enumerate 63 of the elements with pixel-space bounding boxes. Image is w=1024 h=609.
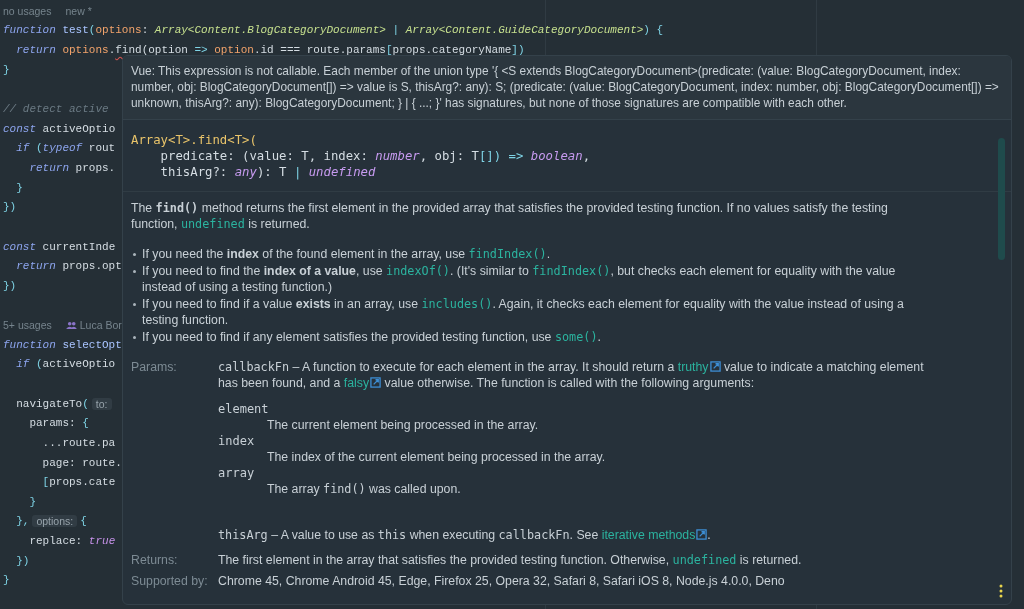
bullet-text: If you need to find if a value exists in an array, use includes(). Again, it checks each element for equality with the value instead of using a testing function. [142, 296, 905, 328]
code-text: const currentInde [3, 240, 116, 253]
doc-link[interactable]: iterative methods [601, 528, 708, 542]
external-link-icon [696, 529, 708, 540]
code-text: params: { [28, 417, 89, 430]
external-link-icon [709, 361, 721, 372]
more-icon[interactable] [999, 584, 1003, 598]
doc-link[interactable]: truthy [677, 360, 721, 374]
code-text: return options.find(option => option.id === route.params[props.categoryName]) [15, 44, 525, 57]
code-text: // detect active [3, 103, 109, 115]
external-link-icon [370, 377, 382, 388]
parameter-hint: options: [32, 515, 78, 528]
parameter-hint: to: [91, 397, 112, 410]
code-text: return props.opt [15, 260, 122, 273]
argument-name: array [218, 465, 256, 481]
code-text: replace: true [28, 535, 116, 548]
code-text: }) [3, 279, 17, 292]
code-text: ...route.pa [41, 436, 116, 449]
usage-hint[interactable]: new * [65, 4, 92, 17]
param-description: thisArg – A value to use as this when executing callbackFn. See iterative methods . [218, 527, 712, 543]
author-hint[interactable]: Luca Bor [79, 319, 122, 332]
param-description: callbackFn – A function to execute for each element in the array. It should return a truthy value to indicate a matching element has been found, and a falsy value otherwise. The function is called with the following arguments: [218, 359, 925, 391]
description-text: The find() method returns the first element in the provided array that satisfies the provided testing function. If no values satisfy the testing function, undefined is returned. [131, 200, 889, 232]
bullet-text: If you need the index of the found element in the array, use findIndex(). [142, 246, 551, 262]
code-text: if (typeof rout [15, 142, 116, 155]
bullet-icon [133, 303, 136, 306]
code-text: navigateTo( [15, 397, 89, 410]
code-text: } [28, 495, 36, 508]
people-icon [65, 320, 77, 330]
error-message: Vue: This expression is not callable. Each member of the union type '{ <S extends BlogCategoryDocument>(predicate: (value: BlogCategoryDocument, index: number, obj: BlogCategoryDocument[]) => value is S, thisArg?: any): S; (predicate: (value: BlogCategoryDocument, index: number, obj: BlogCategoryDocument[]) => unknown, thisArg?: any): BlogCategoryDocument; } | { ...; }' has signatures, but none of those signatures are compatible with each other. [123, 56, 1011, 120]
code-text: return props. [28, 161, 116, 174]
usage-hint[interactable]: 5+ usages [3, 319, 52, 332]
argument-description: The array find() was called upon. [266, 481, 462, 497]
code-text: function test(options: Array<Content.BlogCategoryDocument> | Array<Content.GuideCategoryDocument>) { [3, 24, 664, 37]
code-text: if (activeOptio [15, 358, 116, 371]
section-label: Supported by: [131, 573, 209, 589]
code-text: } [3, 574, 10, 587]
code-text: [props.cate [41, 476, 116, 489]
code-text: }) [15, 554, 30, 567]
supported-text: Chrome 45, Chrome Android 45, Edge, Firefox 25, Opera 32, Safari 8, Safari iOS 8, Node.js 4.0.0, Deno [218, 573, 786, 589]
bullet-icon [133, 336, 136, 339]
argument-name: element [218, 401, 270, 417]
code-text: function selectOpt [3, 338, 122, 351]
code-text: page: route. [41, 456, 122, 469]
bullet-icon [133, 270, 136, 273]
argument-description: The index of the current element being processed in the array. [266, 449, 607, 465]
code-text: const activeOptio [3, 122, 116, 135]
code-text: } [15, 181, 23, 194]
argument-name: index [218, 433, 256, 449]
bullet-text: If you need to find the index of a value, use indexOf(). (It's similar to findIndex(), but checks each element for equality with the value instead of using a testing function.) [142, 263, 897, 295]
scrollbar-thumb[interactable] [998, 138, 1005, 260]
code-text: }) [3, 201, 17, 214]
bullet-text: If you need to find if any element satisfies the provided testing function, use some(). [142, 329, 601, 345]
code-text: }, [15, 515, 30, 528]
code-text: } [3, 63, 10, 76]
section-label: Returns: [131, 552, 179, 568]
section-label: Params: [131, 359, 178, 376]
code-text: { [80, 515, 87, 528]
usage-hint[interactable]: no usages [3, 4, 52, 17]
bullet-icon [133, 253, 136, 256]
returns-text: The first element in the array that satisfies the provided testing function. Otherwise, undefined is returned. [218, 552, 803, 568]
doc-link[interactable]: falsy [343, 376, 382, 390]
argument-description: The current element being processed in the array. [266, 417, 540, 433]
